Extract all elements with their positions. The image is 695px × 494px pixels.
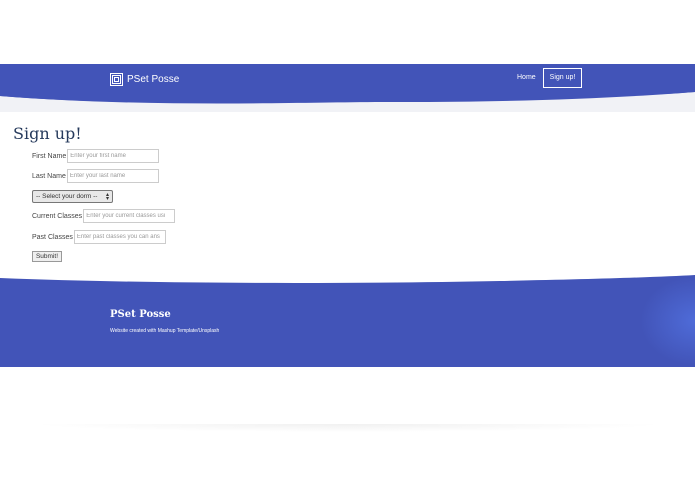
nav-home-link[interactable]: Home [517, 73, 536, 83]
current-classes-input[interactable] [83, 209, 176, 223]
first-name-input[interactable] [67, 149, 160, 163]
current-classes-row: Current Classes [32, 209, 176, 223]
current-classes-label: Current Classes [32, 212, 83, 220]
nav-signup-button[interactable]: Sign up! [543, 68, 582, 88]
past-classes-input[interactable] [73, 230, 166, 244]
past-classes-row: Past Classes [32, 230, 166, 244]
header-wave [0, 92, 695, 112]
logo-icon [110, 72, 123, 86]
brand-name: PSet Posse [127, 73, 180, 85]
bottom-shadow [28, 424, 668, 432]
dorm-select-value: -- Select your dorm -- [36, 193, 98, 200]
select-arrows-icon: ▴ ▾ [105, 192, 109, 202]
past-classes-label: Past Classes [32, 233, 73, 241]
submit-button[interactable]: Submit! [32, 251, 62, 262]
last-name-label: Last Name [32, 172, 66, 180]
footer-wave [0, 275, 695, 290]
first-name-row: First Name [32, 149, 160, 163]
first-name-label: First Name [32, 152, 67, 160]
site-footer [0, 284, 695, 367]
last-name-input[interactable] [66, 169, 159, 183]
last-name-row: Last Name [32, 169, 159, 183]
footer-glow [640, 276, 695, 366]
dorm-select[interactable]: -- Select your dorm -- ▴ ▾ [32, 190, 113, 203]
brand-logo-link[interactable]: PSet Posse [110, 72, 179, 86]
page-title: Sign up! [13, 124, 82, 143]
footer-title: PSet Posse [110, 309, 171, 320]
footer-credit: Website created with Mashup Template/Uns… [110, 328, 220, 334]
